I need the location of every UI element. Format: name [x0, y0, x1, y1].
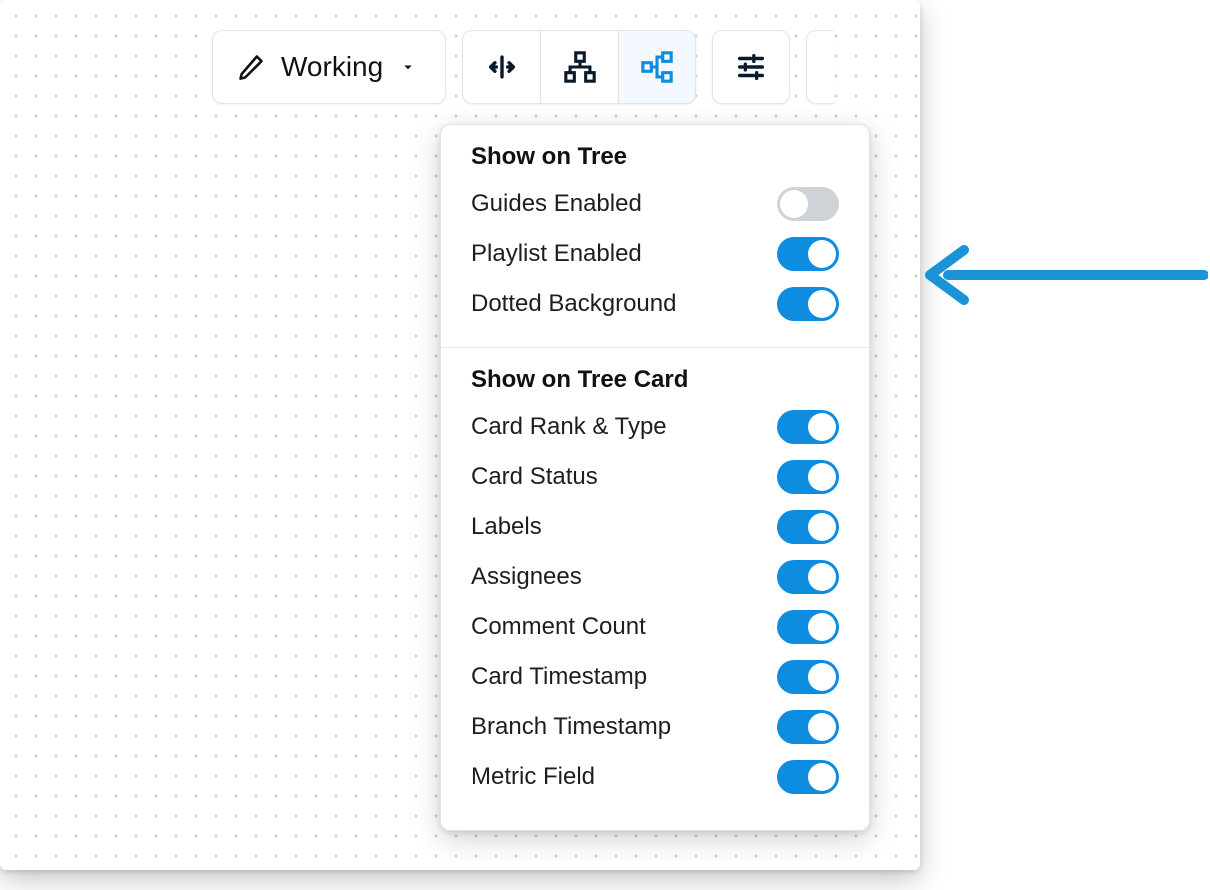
toggle-label: Metric Field: [471, 763, 595, 791]
settings-button[interactable]: [712, 30, 790, 104]
caret-down-icon: [399, 58, 417, 76]
toggle-row-dotted-background: Dotted Background: [471, 279, 839, 329]
toggle-assignees[interactable]: [777, 560, 839, 594]
toggle-label: Playlist Enabled: [471, 240, 642, 268]
mode-label: Working: [281, 51, 383, 83]
dotted-canvas[interactable]: Working: [0, 0, 920, 870]
toggle-row-metric-field: Metric Field: [471, 752, 839, 802]
tree-side-icon: [640, 50, 674, 84]
toggle-playlist-enabled[interactable]: [777, 237, 839, 271]
show-on-tree-section: Show on Tree Guides Enabled Playlist Ena…: [441, 125, 869, 339]
view-button-group: [462, 30, 696, 104]
annotation-arrow: [908, 240, 1208, 310]
toggle-label: Card Status: [471, 463, 598, 491]
toggle-row-playlist-enabled: Playlist Enabled: [471, 229, 839, 279]
tree-up-icon: [563, 50, 597, 84]
toggle-guides-enabled[interactable]: [777, 187, 839, 221]
toggle-row-branch-timestamp: Branch Timestamp: [471, 702, 839, 752]
toggle-comment-count[interactable]: [777, 610, 839, 644]
toggle-label: Assignees: [471, 563, 582, 591]
toggle-label: Card Timestamp: [471, 663, 647, 691]
toggle-label: Dotted Background: [471, 290, 676, 318]
section-title: Show on Tree: [471, 143, 839, 171]
toggle-label: Guides Enabled: [471, 190, 642, 218]
tree-settings-panel: Show on Tree Guides Enabled Playlist Ena…: [440, 124, 870, 831]
compress-horizontal-icon: [485, 50, 519, 84]
section-title: Show on Tree Card: [471, 366, 839, 394]
toolbar: Working: [212, 30, 834, 104]
toggle-row-labels: Labels: [471, 502, 839, 552]
toggle-branch-timestamp[interactable]: [777, 710, 839, 744]
compress-button[interactable]: [462, 30, 540, 104]
toggle-labels[interactable]: [777, 510, 839, 544]
toggle-label: Branch Timestamp: [471, 713, 671, 741]
toggle-metric-field[interactable]: [777, 760, 839, 794]
toggle-row-guides-enabled: Guides Enabled: [471, 179, 839, 229]
toggle-row-card-timestamp: Card Timestamp: [471, 652, 839, 702]
toggle-row-card-rank-type: Card Rank & Type: [471, 402, 839, 452]
toggle-row-assignees: Assignees: [471, 552, 839, 602]
toggle-row-comment-count: Comment Count: [471, 602, 839, 652]
toggle-card-timestamp[interactable]: [777, 660, 839, 694]
toggle-dotted-background[interactable]: [777, 287, 839, 321]
sliders-icon: [734, 50, 768, 84]
toggle-label: Card Rank & Type: [471, 413, 667, 441]
show-on-tree-card-section: Show on Tree Card Card Rank & Type Card …: [441, 348, 869, 812]
toggle-label: Labels: [471, 513, 542, 541]
toggle-label: Comment Count: [471, 613, 646, 641]
pencil-icon: [237, 53, 265, 81]
mode-dropdown-button[interactable]: Working: [212, 30, 446, 104]
toggle-card-status[interactable]: [777, 460, 839, 494]
overflow-button-partial[interactable]: [806, 30, 834, 104]
tree-vertical-button[interactable]: [540, 30, 618, 104]
toggle-row-card-status: Card Status: [471, 452, 839, 502]
tree-horizontal-button[interactable]: [618, 30, 696, 104]
toggle-card-rank-type[interactable]: [777, 410, 839, 444]
